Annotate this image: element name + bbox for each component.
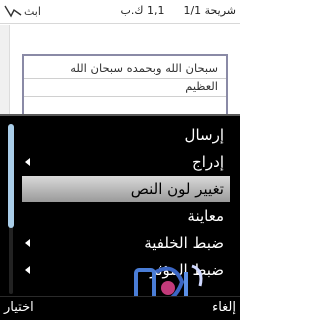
menu-scrollbar-thumb[interactable]	[8, 124, 14, 228]
submenu-arrow-icon	[25, 158, 30, 166]
ruled-line	[24, 96, 226, 97]
softkey-bar: اختيار إلغاء	[0, 296, 240, 320]
message-text: سبحان الله وبحمده سبحان الله العظيم	[28, 59, 218, 95]
menu-item-preview[interactable]: معاينة	[22, 203, 230, 229]
menu-item-label: تغيير لون النص	[130, 180, 224, 198]
submenu-arrow-icon	[25, 239, 30, 247]
message-text-box[interactable]: سبحان الله وبحمده سبحان الله العظيم	[22, 54, 228, 118]
menu-item-label: إدراج	[192, 153, 224, 171]
pen-icon	[4, 5, 22, 18]
message-size: 1,1 ك.ب	[120, 4, 165, 17]
message-line-2: العظيم	[185, 79, 218, 93]
menu-item-label: ضبط الخلفية	[144, 234, 224, 252]
submenu-arrow-icon	[25, 266, 30, 274]
input-mode-text: ابث	[24, 4, 41, 18]
cancel-softkey[interactable]: إلغاء	[212, 300, 236, 315]
editor-margin	[0, 25, 10, 125]
menu-item-send[interactable]: إرسال	[22, 122, 230, 148]
status-bar: ابث 1,1 ك.ب شريحة 1/1	[0, 0, 240, 24]
menu-item-label: إرسال	[184, 126, 224, 144]
menu-item-change-text-color[interactable]: تغيير لون النص	[22, 176, 230, 202]
input-mode-indicator: ابث	[4, 4, 41, 18]
message-line-1: سبحان الله وبحمده سبحان الله	[70, 61, 218, 75]
slide-counter: شريحة 1/1	[183, 4, 236, 17]
menu-item-label: معاينة	[187, 207, 224, 225]
menu-item-insert[interactable]: إدراج	[22, 149, 230, 175]
select-softkey[interactable]: اختيار	[4, 300, 34, 315]
